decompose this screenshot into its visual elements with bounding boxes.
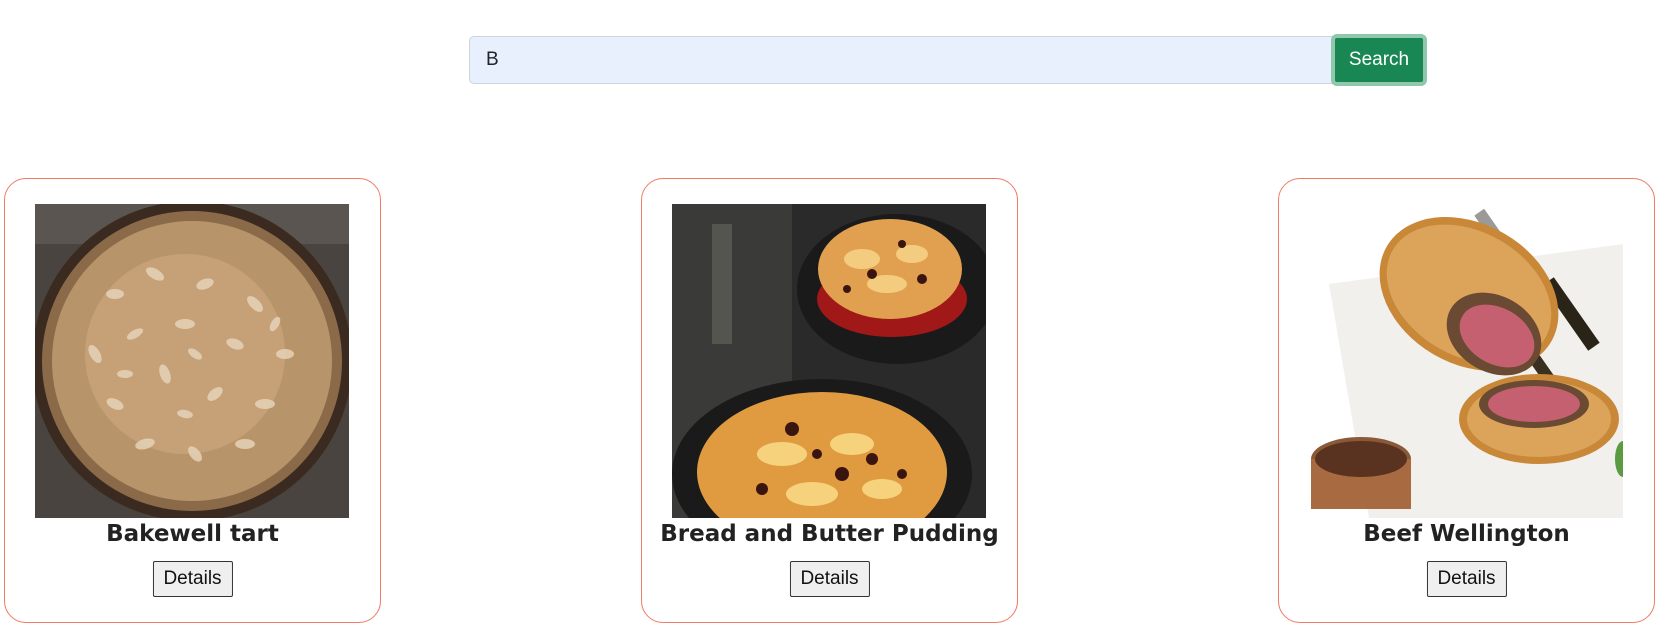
details-button[interactable]: Details xyxy=(152,561,233,597)
recipe-title: Bakewell tart xyxy=(106,521,279,547)
recipe-title: Bread and Butter Pudding xyxy=(660,521,999,547)
recipe-card: Bread and Butter Pudding Details xyxy=(641,178,1018,623)
search-button[interactable]: Search xyxy=(1331,34,1427,86)
recipe-image xyxy=(35,204,349,518)
details-button[interactable]: Details xyxy=(789,561,870,597)
recipe-title: Beef Wellington xyxy=(1363,521,1570,547)
recipe-image xyxy=(1309,204,1623,518)
search-input[interactable] xyxy=(469,36,1333,84)
recipe-card: Beef Wellington Details xyxy=(1278,178,1655,623)
recipe-card: Bakewell tart Details xyxy=(4,178,381,623)
search-bar: Search xyxy=(469,34,1427,86)
recipe-image xyxy=(672,204,986,518)
details-button[interactable]: Details xyxy=(1426,561,1507,597)
